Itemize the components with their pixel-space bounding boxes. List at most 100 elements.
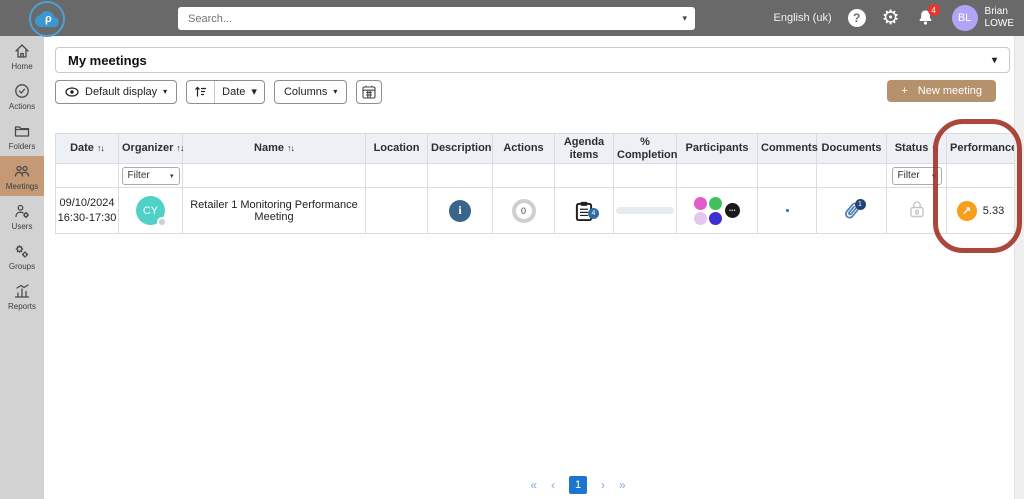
user-avatar[interactable]: BL bbox=[951, 5, 978, 31]
paperclip-icon[interactable]: 1 bbox=[842, 198, 866, 221]
help-icon[interactable]: ? bbox=[847, 9, 866, 27]
chevron-down-icon: ▾ bbox=[163, 87, 168, 96]
column-header-agenda-items: Agenda items bbox=[554, 132, 614, 165]
cell-date: 09/10/2024 16:30-17:30 bbox=[55, 187, 119, 235]
performance-trend-icon[interactable]: ↗ bbox=[956, 200, 977, 221]
column-header-organizer[interactable]: Organizer ↑↓ bbox=[118, 132, 184, 165]
sidebar-item-home[interactable]: Home bbox=[0, 36, 44, 76]
comment-dot bbox=[785, 209, 789, 213]
column-header-date[interactable]: Date ↑↓ bbox=[55, 132, 119, 165]
status-filter-dropdown[interactable]: Filter ▾ bbox=[891, 166, 942, 185]
search-dropdown-caret-icon[interactable]: ▾ bbox=[682, 13, 695, 24]
sort-direction-button[interactable] bbox=[187, 81, 214, 103]
column-header-name[interactable]: Name ↑↓ bbox=[182, 132, 366, 165]
last-page-button[interactable]: » bbox=[619, 478, 626, 492]
search-input[interactable] bbox=[178, 12, 683, 25]
participant-avatars[interactable]: ••• bbox=[677, 196, 757, 225]
info-icon[interactable]: i bbox=[449, 199, 471, 222]
column-header-actions: Actions bbox=[492, 132, 555, 165]
column-header-location: Location bbox=[365, 132, 428, 165]
cell-description: i bbox=[427, 187, 493, 235]
sidebar-item-meetings[interactable]: Meetings bbox=[0, 156, 44, 196]
more-participants-icon[interactable]: ••• bbox=[725, 203, 740, 219]
people-icon bbox=[14, 165, 30, 177]
settings-gear-icon[interactable]: ⚙ bbox=[882, 8, 900, 28]
column-header-status[interactable]: Status ↑↓ bbox=[886, 132, 947, 165]
sidebar-item-users[interactable]: Users bbox=[0, 196, 44, 236]
presence-dot bbox=[157, 217, 167, 228]
sidebar-item-reports[interactable]: Reports bbox=[0, 276, 44, 316]
meetings-table: Date ↑↓ Organizer ↑↓ Name ↑↓ Location Descr… bbox=[55, 132, 1024, 235]
sidebar-item-actions[interactable]: Actions bbox=[0, 76, 44, 116]
column-header-performance[interactable]: Performance↑↓ bbox=[946, 132, 1024, 165]
pagination: « ‹ 1 › » bbox=[88, 476, 1024, 494]
user-menu[interactable]: BL Brian LOWE bbox=[951, 5, 1014, 31]
topbar: ρ ▾ English (uk) ? ⚙ 4 BL Brian LOWE bbox=[0, 0, 1024, 37]
sort-field-dropdown[interactable]: Date ▾ bbox=[214, 80, 264, 103]
sidebar-item-groups[interactable]: Groups bbox=[0, 236, 44, 276]
cell-status bbox=[886, 187, 947, 235]
notifications-bell-icon[interactable]: 4 bbox=[916, 4, 940, 28]
column-header-description: Description bbox=[427, 132, 493, 165]
sort-arrows-icon: ↑↓ bbox=[286, 143, 295, 154]
page-title: My meetings bbox=[68, 52, 147, 68]
column-header-completion: % Completion bbox=[613, 132, 678, 165]
filter-row: Filter ▾ Filter ▾ bbox=[55, 163, 1015, 189]
app-logo-icon[interactable]: ρ bbox=[29, 1, 65, 37]
cell-participants: ••• bbox=[676, 187, 758, 235]
columns-button[interactable]: Columns ▾ bbox=[273, 79, 348, 104]
actions-count-ring[interactable]: 0 bbox=[511, 198, 536, 223]
chevron-down-icon: ▾ bbox=[169, 172, 174, 180]
sidebar-item-folders[interactable]: Folders bbox=[0, 116, 44, 156]
chevron-down-icon: ▾ bbox=[931, 172, 936, 180]
plus-icon: + bbox=[901, 85, 908, 97]
search-box: ▾ bbox=[178, 7, 695, 30]
cell-comments bbox=[757, 187, 817, 235]
bar-chart-icon bbox=[14, 284, 30, 298]
view-selector[interactable]: My meetings ▾ bbox=[55, 47, 1010, 73]
completion-progress-bar bbox=[616, 207, 674, 215]
sort-icon bbox=[195, 86, 207, 97]
notification-badge: 4 bbox=[927, 4, 940, 16]
logo-letter: ρ bbox=[45, 13, 52, 25]
home-icon bbox=[15, 44, 29, 58]
sort-control: Date ▾ bbox=[186, 79, 265, 104]
language-label[interactable]: English (uk) bbox=[774, 12, 832, 24]
cell-documents: 1 bbox=[816, 187, 887, 235]
agenda-count-badge: 4 bbox=[588, 207, 599, 219]
performance-value: 5.33 bbox=[982, 204, 1005, 217]
documents-count-badge: 1 bbox=[854, 198, 866, 210]
scroll-gutter bbox=[1014, 36, 1024, 499]
lock-icon[interactable] bbox=[907, 199, 927, 219]
folder-icon bbox=[14, 126, 30, 137]
participant-avatar bbox=[709, 211, 722, 225]
prev-page-button[interactable]: ‹ bbox=[551, 478, 555, 492]
next-page-button[interactable]: › bbox=[601, 478, 605, 492]
new-meeting-button[interactable]: + New meeting bbox=[887, 80, 996, 102]
organizer-filter-dropdown[interactable]: Filter ▾ bbox=[121, 166, 180, 185]
sort-arrows-icon: ↑↓ bbox=[96, 143, 105, 154]
sort-arrows-icon: ↑↓ bbox=[931, 143, 939, 154]
participant-avatar bbox=[709, 196, 722, 210]
agenda-clipboard-icon[interactable]: 4 bbox=[574, 201, 599, 221]
organizer-avatar[interactable]: CY bbox=[136, 196, 167, 228]
cell-name[interactable]: Retailer 1 Monitoring Performance Meetin… bbox=[182, 187, 366, 235]
chevron-down-icon: ▾ bbox=[991, 54, 997, 66]
cell-agenda-items: 4 bbox=[554, 187, 614, 235]
current-page-button[interactable]: 1 bbox=[569, 476, 587, 494]
chevron-down-icon: ▾ bbox=[251, 86, 257, 98]
eye-icon bbox=[65, 86, 79, 97]
calendar-view-button[interactable] bbox=[356, 79, 383, 104]
main-content: My meetings ▾ Default display ▾ Date ▾ C… bbox=[44, 36, 1024, 499]
participant-avatar bbox=[694, 196, 707, 210]
default-display-button[interactable]: Default display ▾ bbox=[55, 79, 178, 104]
gears-icon bbox=[15, 245, 29, 258]
cell-performance: ↗ 5.33 bbox=[946, 187, 1015, 235]
participant-avatar bbox=[694, 211, 707, 225]
sidebar: Home Actions Folders Meetings Users Grou… bbox=[0, 36, 44, 499]
meeting-row[interactable]: 09/10/2024 16:30-17:30 CY Retailer 1 Mon… bbox=[55, 187, 1015, 235]
column-header-comments: Comments bbox=[757, 132, 818, 165]
column-header-participants: Participants bbox=[676, 132, 758, 165]
first-page-button[interactable]: « bbox=[530, 478, 537, 492]
cell-completion bbox=[613, 187, 677, 235]
